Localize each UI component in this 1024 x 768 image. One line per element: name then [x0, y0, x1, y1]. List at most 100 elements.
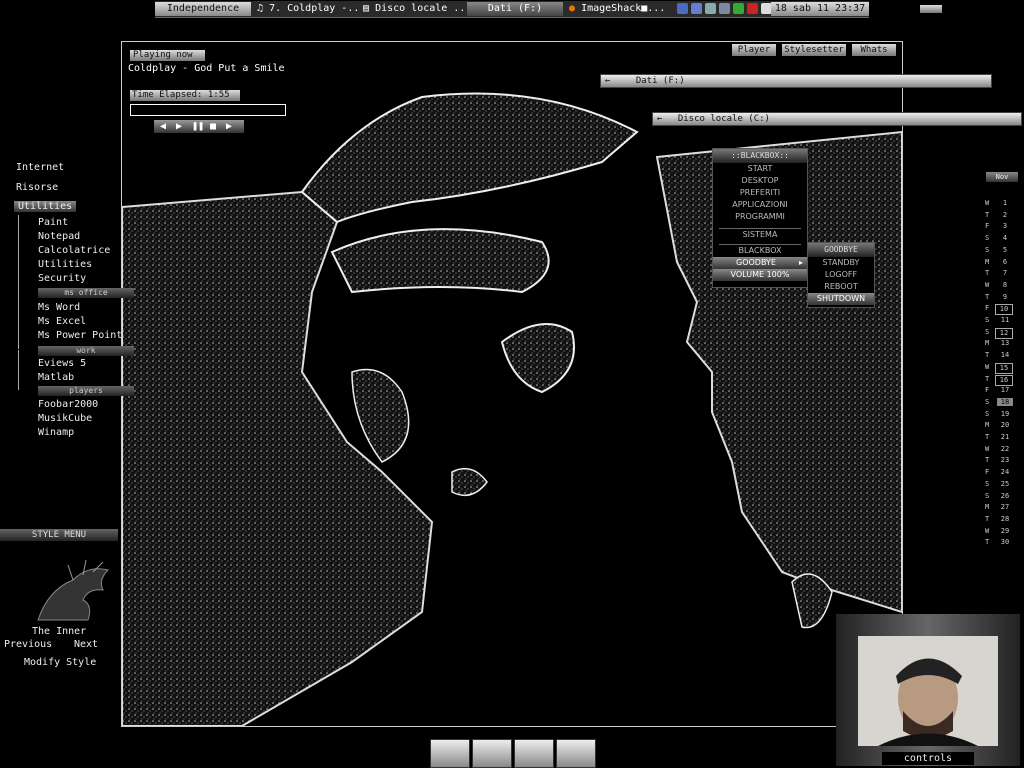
task-disco-locale[interactable]: ▤ Disco locale ...: [363, 2, 463, 16]
calendar-day[interactable]: S 12: [985, 327, 1015, 340]
user-icon[interactable]: [733, 3, 744, 14]
calendar-day[interactable]: S 18: [985, 397, 1015, 410]
window-dati[interactable]: ← Dati (F:): [600, 74, 992, 88]
calendar-day[interactable]: F 24: [985, 468, 1015, 480]
menu-calcolatrice[interactable]: Calcolatrice: [38, 245, 110, 256]
window-disco-locale[interactable]: ← Disco locale (C:): [652, 112, 1022, 126]
menu-utilities-sub[interactable]: Utilities: [38, 259, 92, 270]
tab-whats[interactable]: Whats: [852, 44, 896, 56]
calendar-day[interactable]: T 23: [985, 456, 1015, 468]
menu-ms-word[interactable]: Ms Word: [38, 302, 80, 313]
speaker-icon[interactable]: [705, 3, 716, 14]
calendar-day[interactable]: T 21: [985, 433, 1015, 445]
prev-icon[interactable]: ◀: [160, 121, 166, 132]
menu-risorse[interactable]: Risorse: [16, 182, 58, 193]
menu-paint[interactable]: Paint: [38, 217, 68, 228]
progress-bar[interactable]: [130, 104, 286, 116]
calendar-day[interactable]: T 30: [985, 538, 1015, 550]
messenger-icon[interactable]: [719, 3, 730, 14]
calendar-day[interactable]: W1: [985, 199, 1015, 211]
calendar-day[interactable]: S 26: [985, 492, 1015, 504]
task-dati[interactable]: Dati (F:): [467, 2, 563, 16]
tab-player[interactable]: Player: [732, 44, 776, 56]
calendar-day[interactable]: T9: [985, 293, 1015, 305]
workspace-label[interactable]: Independence: [155, 2, 251, 16]
bb-applicazioni[interactable]: APPLICAZIONI: [713, 199, 807, 211]
dragon-icon: [37, 560, 109, 621]
bb-goodbye[interactable]: GOODBYE ▸: [713, 257, 807, 269]
style-previous-button[interactable]: Previous: [4, 639, 52, 650]
bb-logoff[interactable]: LOGOFF: [808, 269, 874, 281]
menu-musikcube[interactable]: MusikCube: [38, 413, 92, 424]
task-coldplay[interactable]: ♫ 7. Coldplay -...: [257, 2, 357, 16]
bb-volume[interactable]: VOLUME 100%: [713, 269, 807, 281]
calendar-day[interactable]: S4: [985, 234, 1015, 246]
calendar-day[interactable]: F 10: [985, 304, 1015, 316]
calendar-day[interactable]: S5: [985, 246, 1015, 258]
style-next-button[interactable]: Next: [74, 639, 98, 650]
antivirus-icon[interactable]: [747, 3, 758, 14]
calendar-date: 14: [1000, 351, 1010, 360]
stop-icon[interactable]: ■: [210, 121, 216, 132]
minimize-all-button[interactable]: [920, 5, 942, 13]
menu-matlab[interactable]: Matlab: [38, 372, 74, 383]
menu-ms-excel[interactable]: Ms Excel: [38, 316, 86, 327]
calendar-day[interactable]: T7: [985, 269, 1015, 281]
calendar-date: 18: [997, 397, 1013, 406]
bottom-button-1[interactable]: [430, 739, 470, 768]
network-icon[interactable]: [677, 3, 688, 14]
menu-eviews[interactable]: Eviews 5: [38, 358, 86, 369]
calendar-day[interactable]: T 28: [985, 515, 1015, 527]
bb-blackbox[interactable]: BLACKBOX: [713, 245, 807, 257]
calendar-day[interactable]: S 25: [985, 480, 1015, 492]
pause-icon[interactable]: ❚❚: [192, 121, 204, 132]
webcam-controls-label[interactable]: controls: [882, 752, 974, 765]
calendar-day[interactable]: F3: [985, 222, 1015, 234]
play-icon[interactable]: ▶: [176, 121, 182, 132]
calendar-day[interactable]: T 14: [985, 351, 1015, 363]
calendar-day[interactable]: W 29: [985, 527, 1015, 539]
calendar-day[interactable]: W 22: [985, 445, 1015, 457]
bb-desktop[interactable]: DESKTOP: [713, 175, 807, 187]
menu-winamp[interactable]: Winamp: [38, 427, 74, 438]
bottom-button-2[interactable]: [472, 739, 512, 768]
monitor-icon[interactable]: [691, 3, 702, 14]
calendar-day[interactable]: W8: [985, 281, 1015, 293]
back-icon[interactable]: ←: [601, 76, 610, 86]
bb-programmi[interactable]: PROGRAMMI: [713, 211, 807, 223]
bb-shutdown[interactable]: SHUTDOWN: [808, 293, 874, 305]
tab-stylesetter[interactable]: Stylesetter: [782, 44, 846, 56]
back-icon[interactable]: ←: [653, 114, 662, 124]
calendar-day[interactable]: M 13: [985, 339, 1015, 351]
calendar-day[interactable]: S 11: [985, 316, 1015, 328]
bb-reboot[interactable]: REBOOT: [808, 281, 874, 293]
bb-start[interactable]: START: [713, 163, 807, 175]
work-bracket: [18, 350, 19, 390]
calendar-day[interactable]: S 19: [985, 410, 1015, 422]
calendar-date: 21: [1000, 433, 1010, 441]
menu-notepad[interactable]: Notepad: [38, 231, 80, 242]
calendar-weekday: T: [985, 269, 990, 278]
menu-internet[interactable]: Internet: [16, 162, 64, 173]
calendar-weekday: M: [985, 421, 990, 430]
menu-foobar[interactable]: Foobar2000: [38, 399, 98, 410]
bb-preferiti[interactable]: PREFERITI: [713, 187, 807, 199]
calendar-day[interactable]: T2: [985, 211, 1015, 223]
calendar-day[interactable]: M 27: [985, 503, 1015, 515]
menu-security[interactable]: Security: [38, 273, 86, 284]
bb-standby[interactable]: STANDBY: [808, 257, 874, 269]
bottom-button-4[interactable]: [556, 739, 596, 768]
calendar-day[interactable]: M6: [985, 258, 1015, 270]
calendar-date: 24: [1000, 468, 1010, 477]
next-icon[interactable]: ▶: [226, 121, 232, 132]
bb-sistema[interactable]: SISTEMA: [713, 229, 807, 241]
calendar-day[interactable]: F 17: [985, 386, 1015, 398]
calendar-day[interactable]: M 20: [985, 421, 1015, 433]
calendar-day[interactable]: T 16: [985, 374, 1015, 387]
modify-style-button[interactable]: Modify Style: [24, 657, 96, 668]
calendar-day[interactable]: W 15: [985, 362, 1015, 375]
bottom-button-3[interactable]: [514, 739, 554, 768]
task-imageshack[interactable]: ● ImageShack■...: [569, 2, 669, 16]
menu-ms-powerpoint[interactable]: Ms Power Point: [38, 330, 122, 341]
menu-utilities[interactable]: Utilities: [14, 201, 77, 212]
